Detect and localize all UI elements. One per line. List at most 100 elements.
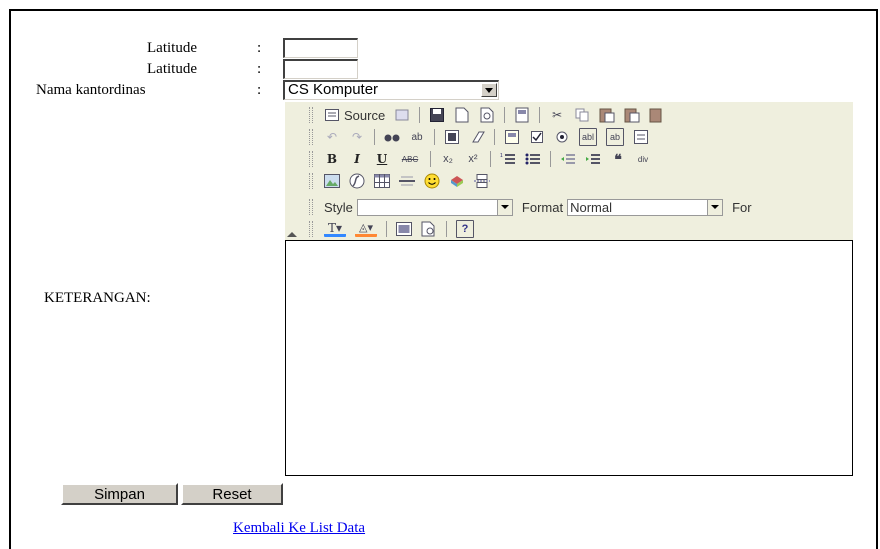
format-combo[interactable]: Format Normal (521, 198, 724, 216)
toolbar-separator (539, 107, 541, 123)
save-icon[interactable] (429, 107, 445, 123)
toolbar-separator (419, 107, 421, 123)
underline-icon[interactable]: U (374, 151, 390, 167)
undo-icon[interactable]: ↶ (324, 129, 340, 145)
redo-icon[interactable]: ↷ (349, 129, 365, 145)
toolbar-grip (309, 129, 313, 145)
preview-doc-icon[interactable] (394, 107, 410, 123)
replace-icon[interactable]: ab (409, 129, 425, 145)
checkbox-icon[interactable] (529, 129, 545, 145)
toolbar-separator (550, 151, 551, 167)
show-blocks-icon[interactable] (421, 221, 437, 237)
chevron-down-icon[interactable] (496, 199, 512, 215)
indent-icon[interactable] (585, 151, 601, 167)
style-label: Style (324, 199, 353, 215)
horizontal-rule-icon[interactable] (399, 173, 415, 189)
kantor-label: Nama kantordinas (36, 82, 146, 98)
form-icon[interactable] (504, 129, 520, 145)
text-color-icon[interactable]: T▾ (324, 221, 346, 237)
toolbar-separator (504, 107, 506, 123)
format-select[interactable]: Normal (567, 198, 724, 216)
copy-icon[interactable] (574, 107, 590, 123)
style-select[interactable] (356, 198, 513, 216)
text-field-icon[interactable]: abl (579, 128, 597, 146)
strikethrough-icon[interactable]: ABC (399, 151, 421, 167)
style-combo[interactable]: Style (324, 198, 513, 216)
new-page-icon[interactable] (454, 107, 470, 123)
select-all-icon[interactable] (444, 129, 460, 145)
toolbar-grip (309, 107, 313, 123)
rich-text-editor: Source ✂ ↶ ↷ ab abl ab B I U ABC x₂ x² 1… (285, 102, 853, 476)
page-break-icon[interactable] (474, 173, 490, 189)
toolbar-separator (430, 151, 431, 167)
blockquote-icon[interactable]: ❝ (610, 151, 626, 167)
print-preview-icon[interactable] (479, 107, 495, 123)
font-label: For (732, 199, 752, 215)
keterangan-label: KETERANGAN: (44, 290, 151, 306)
outdent-icon[interactable] (560, 151, 576, 167)
simpan-button[interactable]: Simpan (61, 483, 178, 505)
toolbar-row-2: ↶ ↷ ab abl ab (309, 126, 649, 148)
toolbar-separator (446, 221, 447, 237)
editor-content-area[interactable] (285, 240, 853, 476)
toolbar-grip (309, 173, 313, 189)
chevron-down-icon[interactable] (707, 199, 723, 215)
reset-button[interactable]: Reset (181, 483, 283, 505)
italic-icon[interactable]: I (349, 151, 365, 167)
toolbar-collapse-icon[interactable] (287, 232, 297, 237)
latitude2-colon: : (257, 61, 262, 77)
bg-color-icon[interactable]: ◬▾ (355, 222, 377, 237)
toolbar-row-6: T▾ ◬▾ ? (309, 218, 474, 240)
radio-icon[interactable] (554, 129, 570, 145)
kantor-select[interactable]: CS Komputer (283, 80, 499, 100)
superscript-icon[interactable]: x² (465, 151, 481, 167)
source-label: Source (344, 107, 386, 123)
source-icon (324, 107, 340, 123)
maximize-icon[interactable] (396, 221, 412, 237)
toolbar-row-5: Style Format Normal For (309, 196, 752, 218)
format-label: Format (521, 199, 564, 215)
latitude2-label: Latitude (147, 61, 197, 77)
toolbar-separator (374, 129, 375, 145)
about-icon[interactable]: ? (456, 220, 474, 238)
select-field-icon[interactable] (633, 129, 649, 145)
back-to-list-link[interactable]: Kembali Ke List Data (233, 520, 365, 537)
toolbar-grip (309, 151, 313, 167)
find-icon[interactable] (384, 129, 400, 145)
source-button[interactable]: Source (324, 107, 385, 123)
flash-icon[interactable] (349, 173, 365, 189)
special-char-icon[interactable] (449, 173, 465, 189)
toolbar-row-4 (309, 170, 490, 192)
cut-icon[interactable]: ✂ (549, 107, 565, 123)
toolbar-grip (309, 199, 313, 215)
toolbar-separator (494, 129, 495, 145)
svg-text:1: 1 (500, 153, 503, 159)
div-icon[interactable]: div (635, 151, 651, 167)
smiley-icon[interactable] (424, 173, 440, 189)
remove-format-icon[interactable] (469, 129, 485, 145)
toolbar-row-1: Source ✂ (309, 104, 665, 126)
paste-text-icon[interactable] (624, 107, 640, 123)
numbered-list-icon[interactable]: 1 (500, 151, 516, 167)
latitude-input[interactable] (283, 38, 358, 58)
image-icon[interactable] (324, 173, 340, 189)
chevron-down-icon[interactable] (481, 83, 497, 97)
bold-icon[interactable]: B (324, 151, 340, 167)
textarea-icon[interactable]: ab (606, 128, 624, 146)
paste-word-icon[interactable] (649, 107, 665, 123)
bulleted-list-icon[interactable] (525, 151, 541, 167)
subscript-icon[interactable]: x₂ (440, 151, 456, 167)
latitude2-input[interactable] (283, 59, 358, 79)
toolbar-row-3: B I U ABC x₂ x² 1 ❝ div (309, 148, 651, 170)
templates-icon[interactable] (514, 107, 530, 123)
latitude-colon: : (257, 40, 262, 56)
toolbar-separator (434, 129, 435, 145)
latitude-label: Latitude (147, 40, 197, 56)
table-icon[interactable] (374, 173, 390, 189)
paste-icon[interactable] (599, 107, 615, 123)
toolbar-separator (490, 151, 491, 167)
toolbar-separator (386, 221, 387, 237)
editor-toolbar: Source ✂ ↶ ↷ ab abl ab B I U ABC x₂ x² 1… (285, 102, 853, 240)
toolbar-grip (309, 221, 313, 237)
kantor-colon: : (257, 82, 262, 98)
